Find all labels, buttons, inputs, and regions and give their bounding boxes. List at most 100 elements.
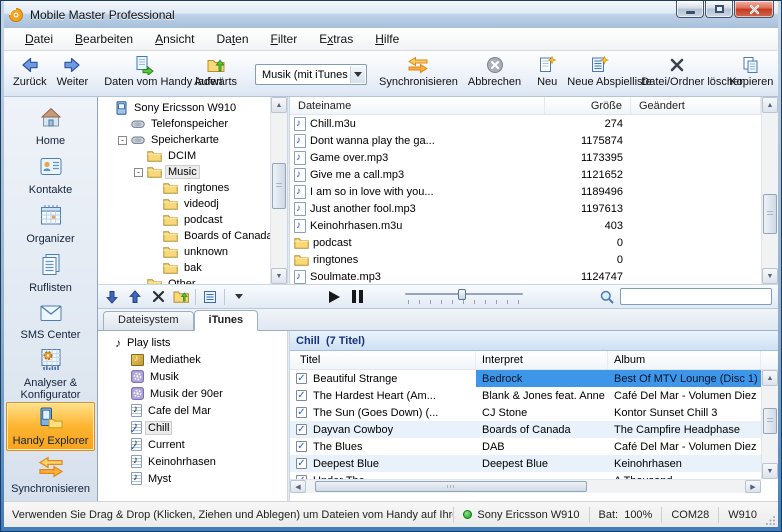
scroll-down-icon[interactable]: ▼ bbox=[762, 268, 778, 284]
sidebar-item-kontakte[interactable]: Kontakte bbox=[6, 150, 95, 199]
synchronize-button[interactable]: Synchronisieren bbox=[374, 53, 463, 90]
sidebar-item-organizer[interactable]: Organizer bbox=[6, 199, 95, 248]
sidebar-item-home[interactable]: Home bbox=[6, 101, 95, 150]
checkbox-checked-icon[interactable]: ✓ bbox=[296, 390, 307, 401]
new-playlist-button[interactable]: Neue Abspielliste bbox=[562, 53, 636, 90]
slider-thumb[interactable] bbox=[458, 289, 466, 300]
file-row[interactable]: ♪Give me a call.mp31121652 bbox=[290, 166, 761, 183]
checkbox-checked-icon[interactable]: ✓ bbox=[296, 373, 307, 384]
file-row[interactable]: ♪Keinohrhasen.m3u403 bbox=[290, 217, 761, 234]
device-tree-item[interactable]: -Speicherkarte bbox=[100, 132, 270, 148]
move-down-icon[interactable] bbox=[103, 288, 121, 306]
menu-item-filter[interactable]: Filter bbox=[260, 29, 309, 49]
view-mode-select[interactable]: Musik (mit iTunes bbox=[255, 64, 367, 85]
tab-dateisystem[interactable]: Dateisystem bbox=[103, 311, 194, 330]
file-list-scrollbar[interactable]: ▲ ▼ bbox=[761, 97, 778, 284]
playlist-row[interactable]: ✓The Hardest Heart (Am...Blank & Jones f… bbox=[290, 387, 761, 404]
move-up-icon[interactable] bbox=[126, 288, 144, 306]
collapse-icon[interactable]: - bbox=[134, 168, 143, 177]
itunes-tree-item[interactable]: Musik der 90er bbox=[100, 385, 287, 402]
scrollbar-thumb[interactable] bbox=[763, 194, 777, 234]
file-row[interactable]: ♪Dont wanna play the ga...1175874 bbox=[290, 132, 761, 149]
itunes-tree-item[interactable]: Musik bbox=[100, 368, 287, 385]
device-tree-item[interactable]: podcast bbox=[100, 212, 270, 228]
delete-x-icon[interactable] bbox=[149, 288, 167, 306]
maximize-button[interactable] bbox=[705, 1, 733, 18]
scroll-down-icon[interactable]: ▼ bbox=[762, 463, 778, 479]
sidebar-item-ruflisten[interactable]: Ruflisten bbox=[6, 248, 95, 297]
dropdown-arrow-icon[interactable] bbox=[230, 288, 248, 306]
device-tree-item[interactable]: Sony Ericsson W910 bbox=[100, 100, 270, 116]
checkbox-checked-icon[interactable]: ✓ bbox=[296, 407, 307, 418]
collapse-icon[interactable]: - bbox=[118, 136, 127, 145]
itunes-tree-item[interactable]: ♪✓Current bbox=[100, 436, 287, 453]
itunes-tree-item[interactable]: ♪✓Chill bbox=[100, 419, 287, 436]
resize-grip[interactable] bbox=[766, 502, 778, 527]
scroll-up-icon[interactable]: ▲ bbox=[271, 97, 287, 113]
tab-itunes[interactable]: iTunes bbox=[194, 310, 259, 331]
menu-item-extras[interactable]: Extras bbox=[308, 29, 364, 49]
file-row[interactable]: podcast0 bbox=[290, 234, 761, 251]
menu-item-daten[interactable]: Daten bbox=[205, 29, 259, 49]
device-tree-scrollbar[interactable]: ▲ ▼ bbox=[270, 97, 287, 284]
device-tree-item[interactable]: -Music bbox=[100, 164, 270, 180]
cancel-button[interactable]: Abbrechen bbox=[463, 53, 526, 90]
column-header-interpret[interactable]: Interpret bbox=[476, 351, 608, 369]
sidebar-item-handy-explorer[interactable]: Handy Explorer bbox=[6, 402, 95, 451]
playlist-row[interactable]: ✓The Sun (Goes Down) (...CJ StoneKontor … bbox=[290, 404, 761, 421]
forward-button[interactable]: Weiter bbox=[52, 53, 94, 90]
sidebar-item-analyser-konfigurator[interactable]: Analyser & Konfigurator bbox=[6, 346, 95, 402]
playlist-row[interactable]: ✓Under The...A Thousand ... bbox=[290, 472, 761, 479]
column-header-geaendert[interactable]: Geändert bbox=[631, 97, 761, 114]
checkbox-checked-icon[interactable]: ✓ bbox=[296, 424, 307, 435]
search-input[interactable] bbox=[620, 288, 772, 305]
checkbox-checked-icon[interactable]: ✓ bbox=[296, 441, 307, 452]
device-tree-item[interactable]: unknown bbox=[100, 244, 270, 260]
menu-item-ansicht[interactable]: Ansicht bbox=[144, 29, 205, 49]
device-tree-item[interactable]: Boards of Canada bbox=[100, 228, 270, 244]
delete-button[interactable]: Datei/Ordner löschen bbox=[636, 53, 718, 90]
menu-item-bearbeiten[interactable]: Bearbeiten bbox=[64, 29, 144, 49]
pause-button[interactable] bbox=[348, 288, 366, 306]
folder-up-icon[interactable] bbox=[172, 288, 190, 306]
file-row[interactable]: ♪Chill.m3u274 bbox=[290, 115, 761, 132]
playlist-row[interactable]: ✓Deepest BlueDeepest BlueKeinohrhasen bbox=[290, 455, 761, 472]
playlist-row[interactable]: ✓The BluesDABCafé Del Mar - Volumen Diez bbox=[290, 438, 761, 455]
device-tree-item[interactable]: videodj bbox=[100, 196, 270, 212]
playlist-hscrollbar[interactable]: ◀ ▶ bbox=[290, 479, 761, 493]
itunes-tree-item[interactable]: ♪Keinohrhasen bbox=[100, 453, 287, 470]
scroll-up-icon[interactable]: ▲ bbox=[762, 370, 778, 386]
sidebar-item-synchronisieren[interactable]: Synchronisieren bbox=[6, 451, 95, 500]
column-header-album[interactable]: Album bbox=[608, 351, 761, 369]
close-button[interactable] bbox=[734, 1, 774, 18]
scroll-up-icon[interactable]: ▲ bbox=[762, 97, 778, 113]
sidebar-item-sms-center[interactable]: SMS Center bbox=[6, 297, 95, 346]
scrollbar-thumb[interactable] bbox=[315, 481, 587, 492]
copy-button[interactable]: Kopieren bbox=[724, 53, 778, 90]
device-tree-item[interactable]: bak bbox=[100, 260, 270, 276]
file-row[interactable]: ♪I am so in love with you...1189496 bbox=[290, 183, 761, 200]
file-row[interactable]: ♪Just another fool.mp31197613 bbox=[290, 200, 761, 217]
itunes-tree-item[interactable]: ♪Play lists bbox=[100, 334, 287, 351]
itunes-tree-item[interactable]: ♪Mediathek bbox=[100, 351, 287, 368]
itunes-tree-item[interactable]: ♪Cafe del Mar bbox=[100, 402, 287, 419]
up-folder-button[interactable]: Aufwärts bbox=[189, 53, 242, 90]
load-from-phone-button[interactable]: Daten vom Handy laden bbox=[99, 53, 189, 90]
column-header-groesse[interactable]: Größe bbox=[545, 97, 631, 114]
scrollbar-thumb[interactable] bbox=[763, 408, 777, 434]
scroll-right-icon[interactable]: ▶ bbox=[745, 480, 761, 493]
menu-item-hilfe[interactable]: Hilfe bbox=[364, 29, 410, 49]
play-button[interactable] bbox=[325, 288, 343, 306]
device-tree-item[interactable]: Other bbox=[100, 276, 270, 284]
itunes-tree-item[interactable]: ♪Myst bbox=[100, 470, 287, 487]
checkbox-checked-icon[interactable]: ✓ bbox=[296, 458, 307, 469]
playlist-scrollbar[interactable]: ▲ ▼ bbox=[761, 370, 778, 479]
column-header-dateiname[interactable]: Dateiname bbox=[290, 97, 545, 114]
file-row[interactable]: ♪Soulmate.mp31124747 bbox=[290, 268, 761, 284]
device-tree-item[interactable]: DCIM bbox=[100, 148, 270, 164]
chevron-down-icon[interactable] bbox=[350, 66, 365, 83]
scroll-down-icon[interactable]: ▼ bbox=[271, 268, 287, 284]
playlist-row[interactable]: ✓Beautiful StrangeBedrockBest Of MTV Lou… bbox=[290, 370, 761, 387]
file-row[interactable]: ♪Game over.mp31173395 bbox=[290, 149, 761, 166]
device-tree-item[interactable]: Telefonspeicher bbox=[100, 116, 270, 132]
